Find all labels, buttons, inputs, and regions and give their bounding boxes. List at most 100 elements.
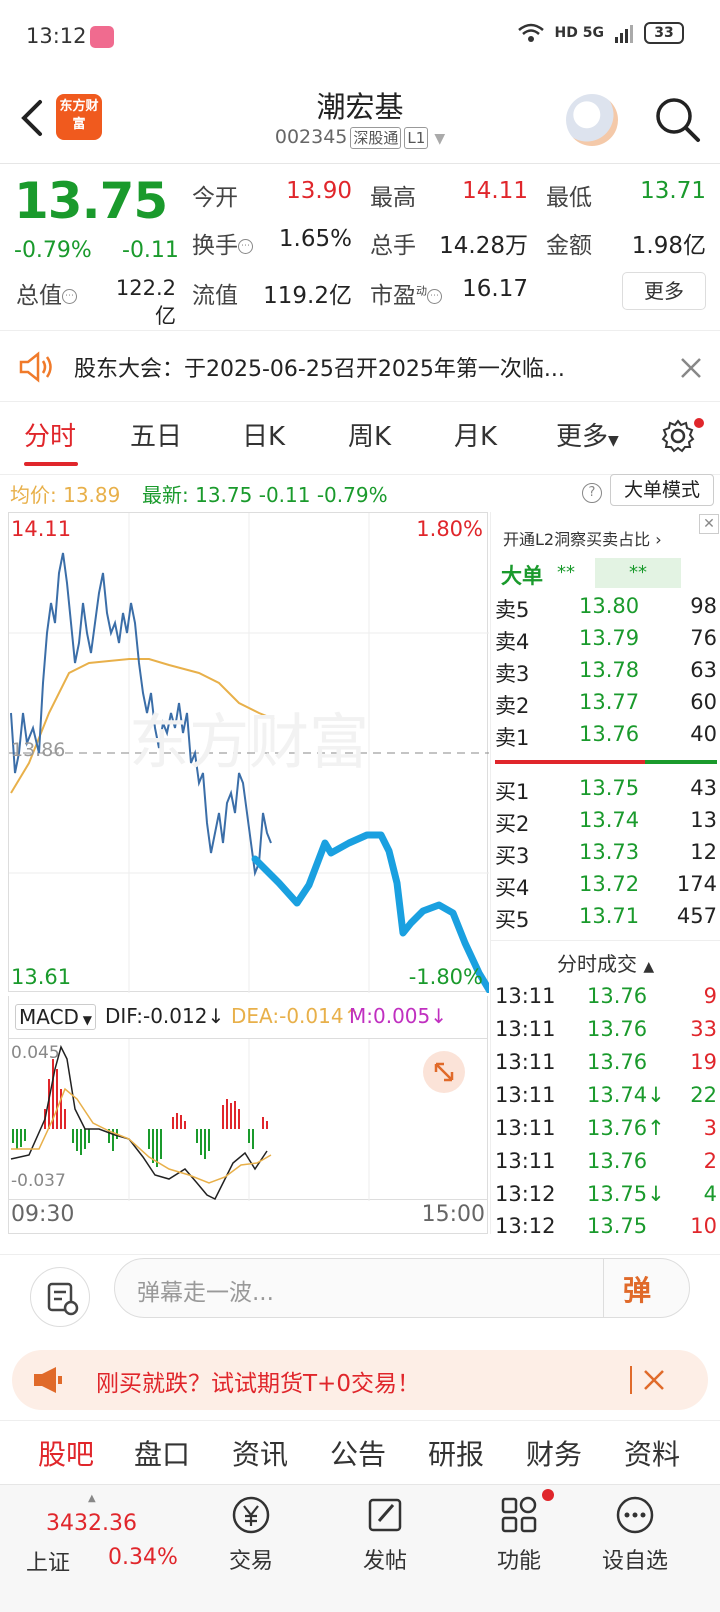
turnover-label: 换手 ⋯ [192, 226, 253, 260]
help-icon[interactable]: ? [582, 483, 602, 503]
assistant-robot-icon[interactable] [566, 94, 618, 146]
big-order-bar: ** [595, 558, 681, 588]
nav-functions[interactable]: 功能 [464, 1485, 574, 1575]
tab-financials[interactable]: 财务 [526, 1433, 582, 1473]
close-icon[interactable] [642, 1368, 666, 1392]
float-label: 流值 [192, 283, 238, 309]
tab-news[interactable]: 资讯 [232, 1433, 288, 1473]
tag-level: L1 [404, 127, 429, 149]
amount-label: 金额 [546, 233, 592, 259]
ask-row-5[interactable]: 卖5 13.80 98 [495, 594, 717, 624]
danmu-send-button[interactable]: 弹 [623, 1269, 651, 1309]
tab-more[interactable]: 更多▼ [556, 416, 619, 453]
ask-row-1[interactable]: 卖1 13.76 40 [495, 722, 717, 752]
macd-m: M:0.005↓ [349, 1004, 448, 1028]
bid-row-5[interactable]: 买5 13.71 457 [495, 904, 717, 934]
battery-icon: 33 [644, 22, 684, 44]
l2-promo-link[interactable]: 开通L2洞察买卖占比 › [503, 526, 662, 550]
open-value: 13.90 [286, 178, 352, 204]
divider [491, 940, 720, 941]
trades-header[interactable]: 分时成交 ▲ [557, 948, 654, 977]
tab-intraday[interactable]: 分时 [24, 416, 76, 453]
notification-dot [542, 1489, 554, 1501]
promo-banner[interactable]: 刚买就跌？试试期货T+0交易！ [12, 1350, 708, 1410]
danmu-input[interactable]: 弹幕走一波... 弹 [114, 1258, 690, 1318]
content-tabs: 股吧 盘口 资讯 公告 研报 财务 资料 [0, 1420, 720, 1482]
index-pct: 0.34% [108, 1545, 178, 1570]
macd-dif: DIF:-0.012↓ [105, 1004, 225, 1028]
tag-connect: 深股通 [350, 127, 402, 149]
tab-announcements[interactable]: 公告 [330, 1433, 386, 1473]
big-order-label: 大单 [501, 564, 543, 588]
tab-orderbook[interactable]: 盘口 [134, 1433, 190, 1473]
index-value: 3432.36 [46, 1511, 137, 1536]
intraday-chart[interactable]: 东方财富 14.11 1.80% 13.86 13.61 -1.80% [8, 512, 489, 993]
active-tab-indicator [24, 462, 78, 466]
tab-monthly-k[interactable]: 月K [454, 416, 497, 453]
pe-label: 市盈动 ⋯ [370, 276, 442, 310]
tab-weekly-k[interactable]: 周K [348, 416, 391, 453]
order-book-panel: 开通L2洞察买卖占比 › ✕ 大单 ** ** 卖5 13.80 98 卖4 13.7… [490, 512, 720, 1238]
info-icon: ⋯ [62, 289, 77, 304]
nav-trade[interactable]: 交易 [196, 1485, 306, 1575]
trade-row: 13:11 13.74↓ 22 [495, 1083, 717, 1107]
bid-row-2[interactable]: 买2 13.74 13 [495, 808, 717, 838]
nav-add-watchlist[interactable]: 设自选 [580, 1485, 690, 1575]
high-label: 最高 [370, 185, 416, 211]
trade-row: 13:12 13.75↓ 4 [495, 1182, 717, 1206]
ask-row-3[interactable]: 卖3 13.78 63 [495, 658, 717, 688]
bid-row-4[interactable]: 买4 13.72 174 [495, 872, 717, 902]
tab-five-day[interactable]: 五日 [130, 416, 182, 453]
volume-value: 14.28万 [439, 233, 528, 259]
bid-row-3[interactable]: 买3 13.73 12 [495, 840, 717, 870]
danmu-settings-icon[interactable] [30, 1267, 90, 1327]
tab-forum[interactable]: 股吧 [38, 1433, 94, 1473]
announcement-text: 股东大会：于2025-06-25召开2025年第一次临... [74, 357, 565, 382]
avg-price: 均价: 13.89 [10, 483, 121, 507]
divider [603, 1259, 604, 1317]
announcement-bar[interactable]: 股东大会：于2025-06-25召开2025年第一次临... [0, 330, 720, 402]
grid-icon [501, 1496, 537, 1533]
close-icon[interactable]: ✕ [699, 514, 719, 534]
info-icon: ⋯ [427, 289, 442, 304]
bottom-navigation: ▲ 3432.36 上证 0.34% 交易 发帖 功能 设自选 [0, 1484, 720, 1612]
nav-post[interactable]: 发帖 [330, 1485, 440, 1575]
big-order-value: ** [557, 562, 575, 583]
tab-research[interactable]: 研报 [428, 1433, 484, 1473]
nav-functions-label: 功能 [496, 1549, 541, 1574]
tab-profile[interactable]: 资料 [624, 1433, 680, 1473]
index-ticker[interactable]: ▲ 3432.36 上证 0.34% [20, 1493, 180, 1583]
open-label: 今开 [192, 185, 238, 211]
chart-top-price: 14.11 [11, 517, 72, 541]
mktcap-label: 总值 ⋯ [16, 276, 77, 310]
speaker-icon [19, 351, 52, 383]
chart-mid-price: 13.86 [11, 739, 66, 761]
macd-chart[interactable]: 0.045 -0.037 [8, 1038, 488, 1201]
volume-label: 总手 [370, 233, 416, 259]
quote-panel: 13.75 -0.79% -0.11 今开 13.90 最高 14.11 最低 … [0, 164, 720, 330]
more-button[interactable]: 更多 [622, 272, 706, 310]
indicator-selector[interactable]: MACD ▼ [15, 1004, 96, 1030]
time-end: 15:00 [421, 1202, 485, 1227]
search-icon[interactable] [652, 94, 702, 144]
chart-bottom-price: 13.61 [11, 965, 72, 989]
float-value: 119.2亿 [263, 283, 352, 309]
ask-row-4[interactable]: 卖4 13.79 76 [495, 626, 717, 656]
ask-row-2[interactable]: 卖2 13.77 60 [495, 690, 717, 720]
divider [630, 1366, 632, 1394]
sell-ratio-bar [495, 760, 645, 764]
buy-ratio-bar [645, 760, 717, 764]
promo-text: 刚买就跌？试试期货T+0交易！ [96, 1371, 420, 1397]
bid-row-1[interactable]: 买1 13.75 43 [495, 776, 717, 806]
expand-icon[interactable] [423, 1051, 465, 1093]
dropdown-arrow-icon: ▼ [78, 1013, 92, 1027]
stock-header: 东方财富 潮宏基 002345 深股通 L1 ▼ [0, 72, 720, 164]
macd-dea: DEA:-0.014↑ [231, 1004, 361, 1028]
settings-gear-icon[interactable] [660, 418, 696, 454]
info-icon: ⋯ [238, 239, 253, 254]
megaphone-icon [34, 1367, 62, 1393]
close-icon[interactable] [680, 357, 702, 379]
high-value: 14.11 [462, 178, 528, 204]
big-order-mode-button[interactable]: 大单模式 [610, 474, 714, 506]
tab-daily-k[interactable]: 日K [242, 416, 285, 453]
